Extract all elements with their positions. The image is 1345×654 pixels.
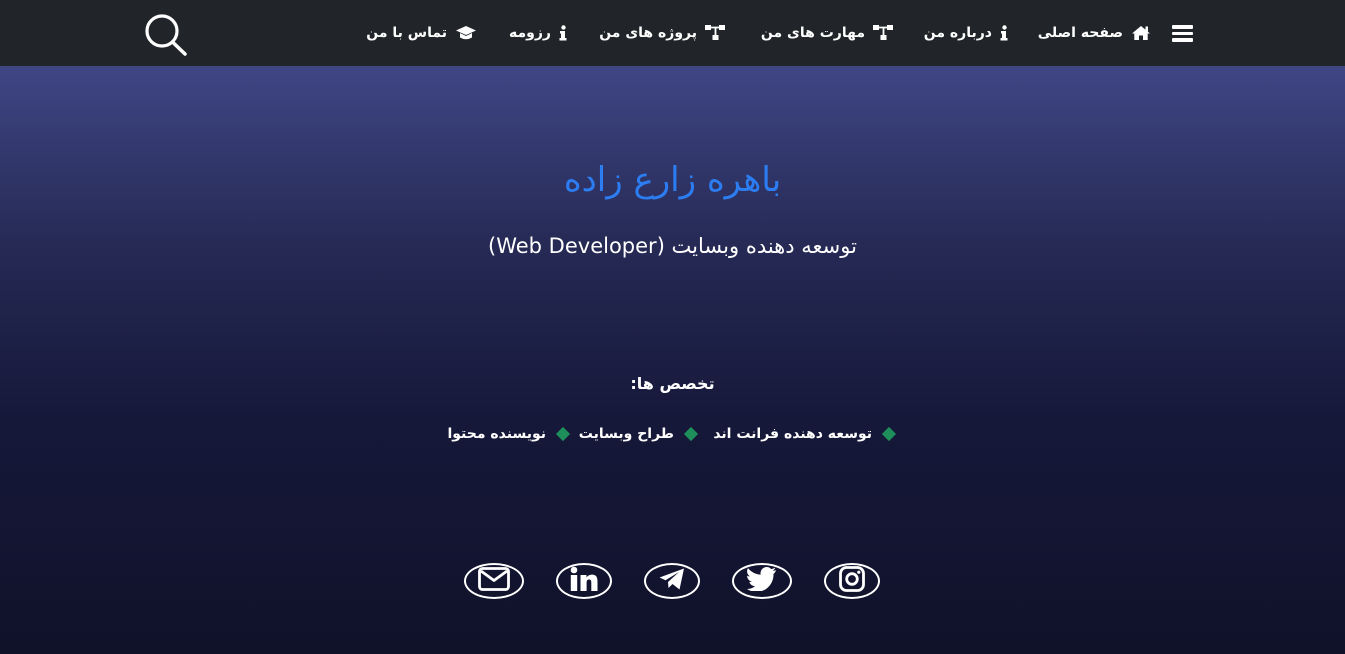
nav-item-resume[interactable]: رزومه [509,22,567,44]
search-icon[interactable] [143,13,189,57]
telegram-link[interactable] [644,563,700,599]
email-link[interactable] [464,563,524,599]
hero-section: باهره زارع زاده توسعه دهنده وبسایت (Web … [0,66,1345,654]
instagram-link[interactable] [824,563,880,599]
nav-item-label: درباره من [923,25,992,41]
instagram-icon [839,566,865,596]
twitter-link[interactable] [732,563,792,599]
specialty-item: نویسنده محتوا [447,423,571,445]
nav-item-skills[interactable]: مهارت های من [761,22,893,44]
diamond-bullet-icon [683,426,699,442]
nav-item-label: مهارت های من [760,25,865,41]
nav-item-label: پروژه های من [599,25,697,41]
home-icon [1131,25,1151,41]
nav-item-label: صفحه اصلی [1037,25,1123,41]
specialty-label: نویسنده محتوا [447,426,546,442]
telegram-icon [658,567,686,595]
sitemap-icon [873,25,893,41]
diamond-bullet-icon [555,426,571,442]
nav-item-label: رزومه [509,25,551,41]
linkedin-icon [570,566,598,596]
graduation-cap-icon [455,25,477,41]
info-icon [1000,25,1008,41]
nav-item-about[interactable]: درباره من [924,22,1008,44]
linkedin-link[interactable] [556,563,612,599]
specialty-item: توسعه دهنده فرانت اند [713,423,897,445]
specialties-title: تخصص ها: [630,374,715,393]
specialty-item: طراح وبسایت [578,423,699,445]
hero-role: توسعه دهنده وبسایت (Web Developer) [488,234,857,258]
diamond-bullet-icon [881,426,897,442]
nav-menu: صفحه اصلی درباره من مهارت های من پروژه ه… [0,0,1345,66]
specialty-label: طراح وبسایت [578,426,674,442]
nav-item-home[interactable]: صفحه اصلی [1038,22,1151,44]
nav-item-projects[interactable]: پروژه های من [599,22,725,44]
twitter-icon [746,567,777,595]
email-icon [478,567,510,595]
nav-item-label: تماس با من [366,25,447,41]
top-navbar: صفحه اصلی درباره من مهارت های من پروژه ه… [0,0,1345,66]
hero-name: باهره زارع زاده [563,160,782,200]
sitemap-icon [705,25,725,41]
info-icon [559,25,567,41]
nav-item-contact[interactable]: تماس با من [366,22,477,44]
specialty-label: توسعه دهنده فرانت اند [713,426,872,442]
